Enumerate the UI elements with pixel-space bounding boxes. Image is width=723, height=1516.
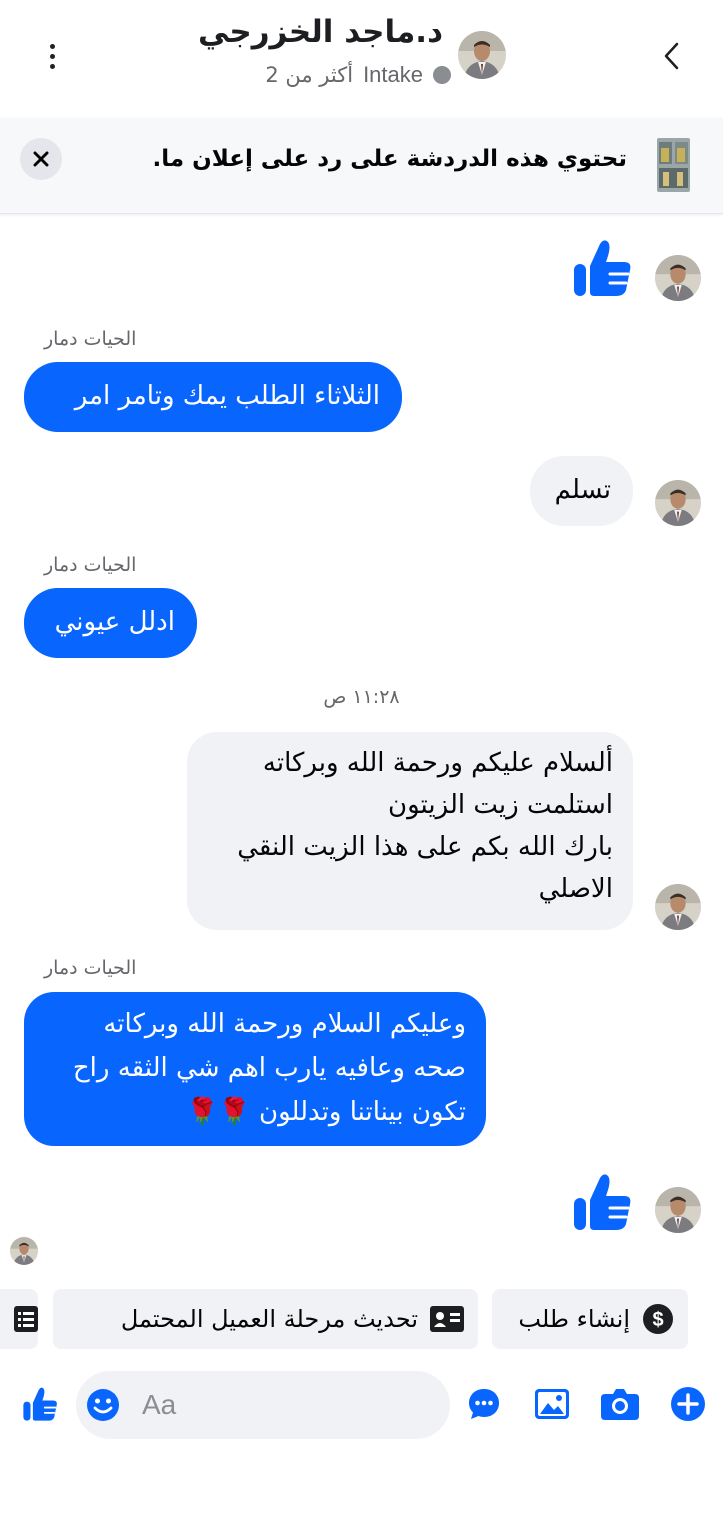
ad-thumbnail: [657, 138, 690, 192]
list-icon: [14, 1306, 38, 1332]
message-line: ألسلام عليكم ورحمة الله وبركاته: [262, 748, 613, 778]
message-timestamp: ١١:٢٨ ص: [323, 686, 400, 708]
more-vertical-icon: [49, 43, 55, 49]
image-icon: [535, 1389, 569, 1419]
ad-banner-text: تحتوي هذه الدردشة على رد على إعلان ما.: [152, 146, 627, 172]
like-sticker-icon[interactable]: [570, 1170, 634, 1234]
quick-action-update-lead-stage[interactable]: تحديث مرحلة العميل المحتمل: [53, 1289, 478, 1349]
message-line: استلمت زيت الزيتون: [388, 790, 613, 820]
contact-name[interactable]: د.ماجد الخزرجي: [198, 14, 443, 50]
message-line: الاصلي: [538, 874, 613, 904]
plus-circle-icon: [671, 1387, 705, 1421]
message-input[interactable]: [142, 1371, 432, 1439]
contact-avatar-small: [655, 1187, 701, 1233]
outgoing-message[interactable]: ادلل عيوني: [24, 588, 197, 658]
chevron-left-icon: [664, 42, 679, 70]
banner-close-button[interactable]: [20, 138, 62, 180]
gallery-button[interactable]: [532, 1384, 572, 1424]
ad-reply-banner: تحتوي هذه الدردشة على رد على إعلان ما.: [0, 118, 723, 214]
status-dot-icon: [433, 66, 451, 84]
incoming-message[interactable]: تسلم: [530, 456, 633, 526]
message-line: بارك الله بكم على هذا الزيت النقي: [237, 832, 613, 862]
sender-name: الحيات دمار: [44, 328, 137, 350]
emoji-icon[interactable]: [86, 1388, 120, 1422]
dollar-circle-icon: $: [643, 1304, 673, 1334]
chat-bubble-icon: [469, 1389, 499, 1419]
more-actions-button[interactable]: [668, 1384, 708, 1424]
outgoing-message[interactable]: وعليكم السلام ورحمة الله وبركاته صحه وعا…: [24, 992, 486, 1146]
back-button[interactable]: [656, 36, 686, 76]
quick-action-label: إنشاء طلب: [518, 1305, 630, 1333]
outgoing-message[interactable]: الثلاثاء الطلب يمك وتامر امر: [24, 362, 402, 432]
message-composer[interactable]: [76, 1371, 450, 1439]
contact-avatar[interactable]: [458, 31, 506, 79]
pipeline-count: أكثر من 2: [265, 63, 354, 87]
chat-bubble-button[interactable]: [464, 1384, 504, 1424]
sender-name: الحيات دمار: [44, 957, 137, 979]
send-like-button[interactable]: [20, 1384, 60, 1424]
contact-avatar-small: [655, 255, 701, 301]
message-line: وعليكم السلام ورحمة الله وبركاته: [103, 1009, 466, 1039]
contact-avatar-small: [655, 480, 701, 526]
incoming-message[interactable]: ألسلام عليكم ورحمة الله وبركاته استلمت ز…: [187, 732, 633, 930]
message-line: تكون بيناتنا وتدللون 🌹🌹: [185, 1097, 466, 1127]
camera-icon: [601, 1389, 639, 1420]
quick-action-label: تحديث مرحلة العميل المحتمل: [120, 1305, 418, 1333]
sender-name: الحيات دمار: [44, 554, 137, 576]
more-options-button[interactable]: [38, 36, 66, 76]
message-line: صحه وعافيه يارب اهم شي الثقه راح: [72, 1053, 466, 1083]
like-sticker-icon[interactable]: [570, 236, 634, 300]
quick-action-more[interactable]: [0, 1289, 38, 1349]
svg-text:$: $: [652, 1309, 663, 1331]
pipeline-stage-label: Intake: [363, 62, 423, 87]
quick-action-create-order[interactable]: $ إنشاء طلب: [492, 1289, 688, 1349]
close-icon: [33, 151, 49, 167]
seen-receipt-avatar: [10, 1237, 38, 1265]
conversation-header: د.ماجد الخزرجي أكثر من 2 Intake: [0, 0, 723, 112]
contact-avatar-small: [655, 884, 701, 930]
contact-card-icon: [430, 1306, 464, 1332]
camera-button[interactable]: [600, 1384, 640, 1424]
pipeline-status[interactable]: أكثر من 2 Intake: [265, 62, 451, 88]
thumbs-up-icon: [21, 1385, 59, 1423]
